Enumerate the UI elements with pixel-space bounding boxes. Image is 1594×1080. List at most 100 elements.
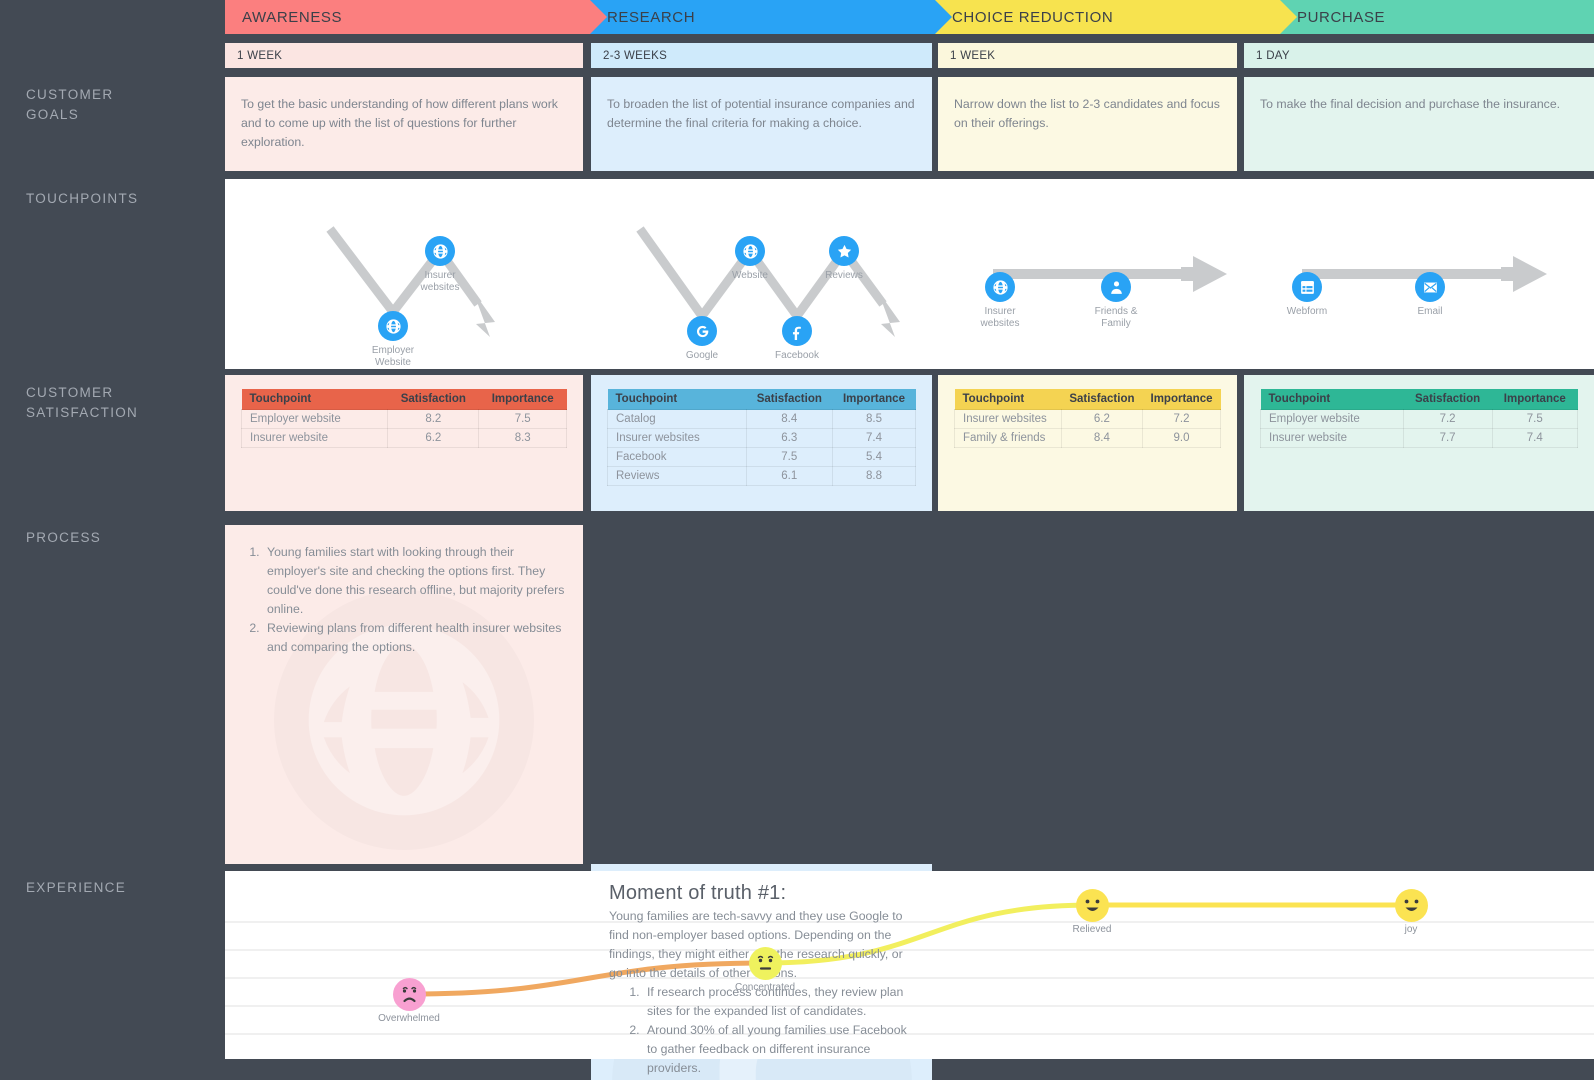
touchpoint-node-globe-icon[interactable] [735, 236, 765, 266]
table-row: Employer website 7.2 7.5 [1260, 409, 1579, 429]
satisfaction-panel-research: Touchpoint Satisfaction Importance Catalog 8… [591, 375, 932, 511]
touchpoint-name-cell: Employer website [1260, 409, 1404, 429]
touchpoint-label: Friends & Family [1094, 306, 1138, 329]
experience-emoji-label: Overwhelmed [378, 1013, 440, 1024]
satisfaction-col-header: Satisfaction [387, 389, 479, 410]
touchpoint-label: Email [1417, 306, 1443, 317]
customer-journey-map: CUSTOMER GOALS TOUCHPOINTS CUSTOMER SATISF… [0, 0, 1594, 1080]
touchpoint-node-star-icon[interactable] [829, 236, 859, 266]
list-item: Young families start with looking throug… [263, 543, 565, 619]
touchpoint-label: Webform [1286, 306, 1328, 317]
score-cell: 7.5 [745, 447, 833, 467]
touchpoint-label: Website [732, 270, 768, 281]
score-cell: 7.4 [1491, 428, 1579, 448]
satisfaction-table-wrap-awareness: Touchpoint Satisfaction Importance Employer… [225, 375, 583, 448]
satisfaction-table-research: Touchpoint Satisfaction Importance Catalog 8… [607, 389, 917, 486]
score-cell: 6.3 [745, 428, 833, 448]
phase-label: RESEARCH [607, 8, 696, 26]
experience-emoji-sad[interactable] [392, 977, 426, 1011]
score-cell: 7.2 [1142, 409, 1221, 429]
goal-text-awareness: To get the basic understanding of how di… [241, 97, 558, 149]
row-label-experience: EXPERIENCE [26, 880, 127, 895]
satisfaction-col-header: Importance [832, 389, 916, 410]
experience-emoji-happy[interactable] [1075, 888, 1109, 922]
duration-purchase: 1 DAY [1244, 43, 1594, 68]
process-content-awareness: Young families start with looking throug… [225, 525, 583, 657]
row-label-process: PROCESS [26, 530, 102, 545]
globe-icon [742, 243, 758, 259]
phase-chevron-tip-icon [935, 0, 952, 34]
score-cell: 7.5 [1491, 409, 1579, 429]
touchpoint-label: Insurer websites [420, 270, 460, 293]
google-icon [696, 325, 708, 337]
phase-header-awareness[interactable]: AWARENESS [225, 0, 607, 34]
score-cell: 6.2 [387, 428, 480, 448]
phase-header-purchase[interactable]: PURCHASE [1280, 0, 1594, 34]
duration-choice_reduction: 1 WEEK [938, 43, 1237, 68]
score-cell: 8.2 [387, 409, 480, 429]
satisfaction-table-wrap-choice_reduction: Touchpoint Satisfaction Importance Insurer … [938, 375, 1237, 448]
touchpoint-node-people-icon[interactable] [1101, 272, 1131, 302]
touchpoints-band: Insurer websites Employer Website Website R… [225, 179, 1594, 369]
phase-chevron-tip-icon [590, 0, 607, 34]
score-cell: 5.4 [831, 447, 917, 467]
touchpoint-node-globe-icon[interactable] [425, 236, 455, 266]
experience-emoji-label: Concentrated [734, 982, 796, 993]
touchpoint-label: Reviews [825, 270, 863, 281]
people-icon [1110, 280, 1122, 294]
goal-panel-awareness: To get the basic understanding of how di… [225, 77, 583, 171]
experience-emoji-label: joy [1404, 924, 1418, 935]
touchpoint-name-cell: Reviews [607, 466, 747, 486]
table-row: Family & friends 8.4 9.0 [954, 428, 1221, 448]
touchpoint-label: Facebook [775, 350, 819, 361]
goal-panel-purchase: To make the final decision and purchase … [1244, 77, 1594, 171]
phase-header-research[interactable]: RESEARCH [590, 0, 952, 34]
touchpoint-name-cell: Insurer website [1260, 428, 1404, 448]
score-cell: 8.3 [478, 428, 567, 448]
goal-text-purchase: To make the final decision and purchase … [1260, 97, 1561, 111]
process-panel-awareness: Young families start with looking throug… [225, 525, 583, 864]
score-cell: 7.4 [831, 428, 917, 448]
list-item: Around 30% of all young families use Fac… [643, 1021, 914, 1078]
satisfaction-col-header: Importance [1492, 389, 1578, 410]
touchpoint-node-webform-icon[interactable] [1292, 272, 1322, 302]
experience-emoji-happy[interactable] [1394, 888, 1428, 922]
touchpoint-name-cell: Insurer websites [954, 409, 1062, 429]
touchpoint-node-facebook-icon[interactable] [782, 316, 812, 346]
experience-emoji-neutral[interactable] [748, 946, 782, 980]
duration-research: 2-3 WEEKS [591, 43, 932, 68]
touchpoint-node-globe-icon[interactable] [985, 272, 1015, 302]
table-row: Facebook 7.5 5.4 [607, 447, 917, 467]
email-icon [1423, 282, 1437, 292]
score-cell: 7.5 [478, 409, 567, 429]
goal-text-choice_reduction: Narrow down the list to 2-3 candidates a… [954, 97, 1220, 130]
satisfaction-col-header: Touchpoint [1260, 389, 1404, 410]
row-label-customer-satisfaction: CUSTOMER SATISFACTION [26, 385, 139, 420]
goal-panel-research: To broaden the list of potential insuran… [591, 77, 932, 171]
touchpoint-name-cell: Family & friends [954, 428, 1062, 448]
satisfaction-col-header: Satisfaction [1403, 389, 1493, 410]
row-label-sidebar: CUSTOMER GOALS TOUCHPOINTS CUSTOMER SATISF… [0, 0, 225, 1080]
satisfaction-col-header: Satisfaction [746, 389, 833, 410]
score-cell: 7.7 [1402, 428, 1493, 448]
satisfaction-table-choice_reduction: Touchpoint Satisfaction Importance Insurer … [954, 389, 1221, 448]
star-icon [837, 244, 851, 258]
touchpoint-node-email-icon[interactable] [1415, 272, 1445, 302]
touchpoint-node-globe-icon[interactable] [378, 311, 408, 341]
experience-emoji-label: Relieved [1072, 924, 1112, 935]
satisfaction-col-header: Satisfaction [1061, 389, 1143, 410]
touchpoint-label: Google [685, 350, 719, 361]
touchpoint-node-google-icon[interactable] [687, 316, 717, 346]
satisfaction-col-header: Importance [1142, 389, 1221, 410]
globe-icon [385, 318, 401, 334]
table-row: Catalog 8.4 8.5 [607, 409, 917, 429]
satisfaction-table-purchase: Touchpoint Satisfaction Importance Employer… [1260, 389, 1579, 448]
table-row: Insurer websites 6.2 7.2 [954, 409, 1221, 429]
moment-of-truth-1-list: If research process continues, they revi… [643, 983, 914, 1078]
phase-header-choice-reduction[interactable]: CHOICE REDUCTION [935, 0, 1297, 34]
satisfaction-col-header: Importance [478, 389, 567, 410]
score-cell: 9.0 [1142, 428, 1221, 448]
satisfaction-panel-awareness: Touchpoint Satisfaction Importance Employer… [225, 375, 583, 511]
satisfaction-table-awareness: Touchpoint Satisfaction Importance Employer… [240, 389, 567, 448]
touchpoint-name-cell: Insurer website [240, 428, 389, 448]
